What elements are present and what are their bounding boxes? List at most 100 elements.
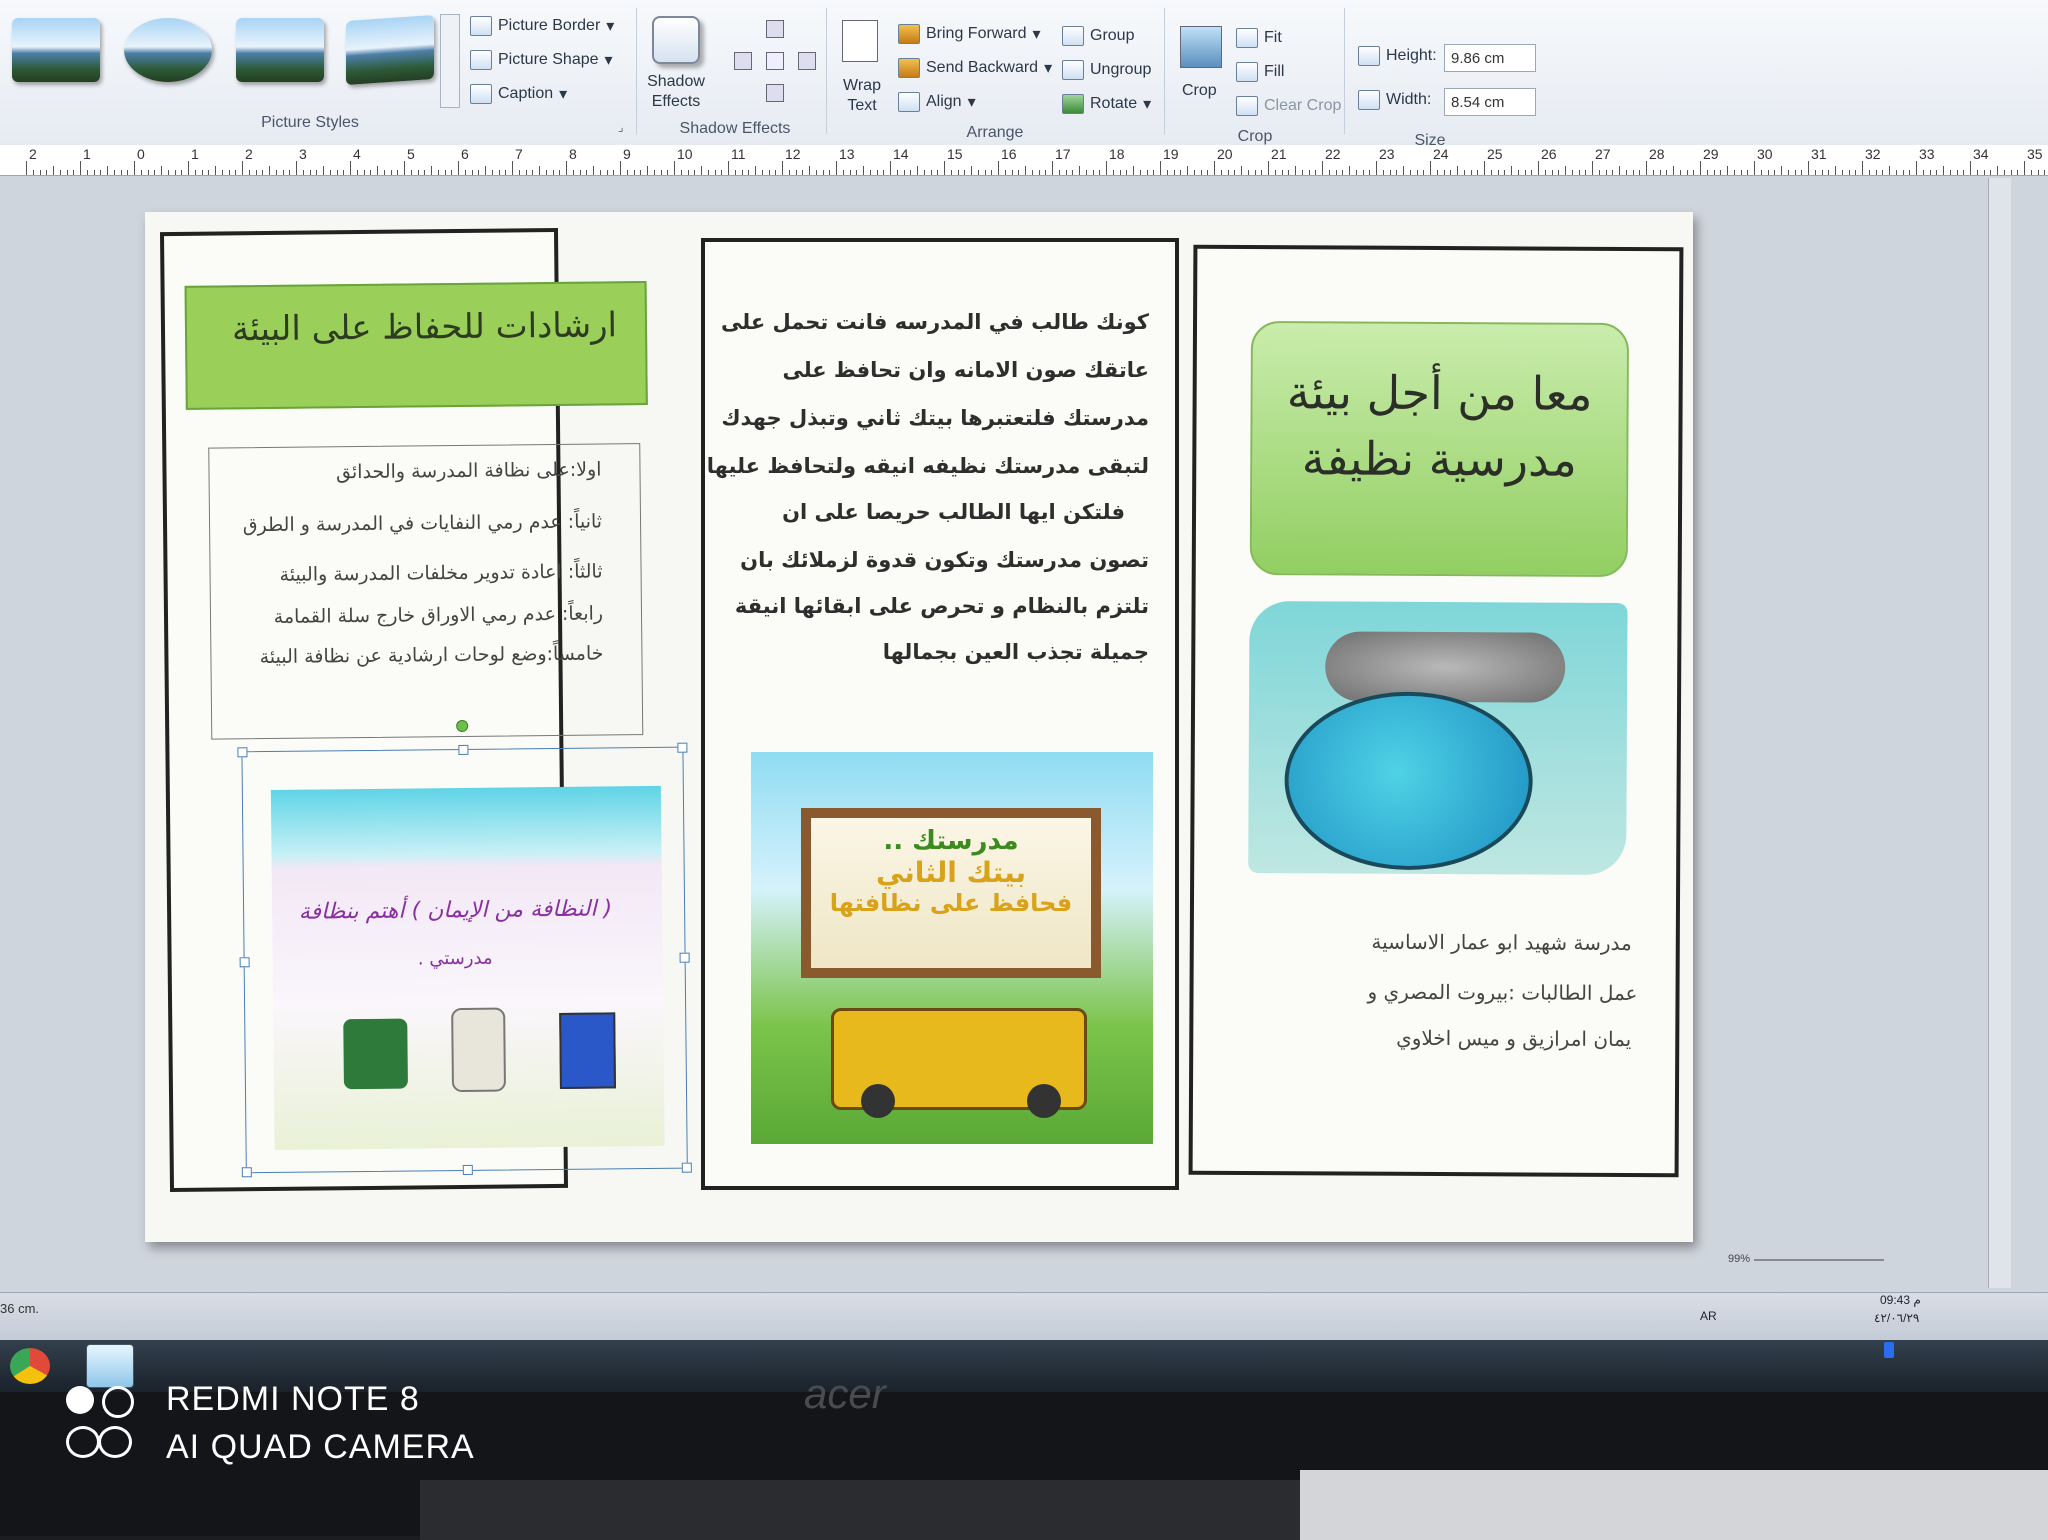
clear-crop-button[interactable]: Clear Crop — [1236, 96, 1341, 116]
ruler-minor-tick — [1895, 170, 1897, 175]
poster-image-selected[interactable]: ( النظافة من الإيمان ) أهتم بنظافة مدرست… — [237, 719, 692, 1178]
shadow-effects-icon[interactable] — [652, 16, 700, 64]
align-button[interactable]: Align ▾ — [898, 92, 976, 112]
bus-wheel-icon — [861, 1084, 895, 1118]
picture-border-button[interactable]: Picture Border ▾ — [470, 16, 614, 36]
right-title-banner: معا من أجل بيئة مدرسية نظيفة — [1249, 321, 1630, 578]
ruler-minor-tick — [1153, 170, 1155, 175]
ruler-number: 24 — [1433, 146, 1449, 162]
ruler-minor-tick — [282, 170, 284, 175]
ruler-minor-tick — [1922, 170, 1924, 175]
ruler-minor-tick — [2017, 170, 2019, 175]
publisher-icon[interactable] — [86, 1344, 134, 1388]
shadow-nudge-buttons[interactable] — [730, 20, 820, 110]
wrap-text-button[interactable]: Wrap Text — [838, 76, 886, 116]
crop-icon — [1180, 26, 1222, 68]
ruler-minor-tick — [1180, 170, 1182, 175]
zoom-slider[interactable] — [1754, 1259, 1884, 1261]
ruler-minor-tick — [1227, 170, 1229, 175]
gallery-scroll[interactable] — [440, 14, 460, 108]
ruler-minor-tick — [478, 170, 480, 175]
fit-button[interactable]: Fit — [1236, 28, 1282, 48]
ruler-tick — [1970, 161, 1971, 175]
ruler-minor-tick — [93, 170, 95, 175]
ruler-minor-tick — [471, 170, 473, 175]
zoom-level[interactable]: 99% — [1728, 1253, 1750, 1265]
status-bar: 36 cm. 99% AR 09:43 م ٤٢/٠٦/٢٩ — [0, 1253, 2048, 1340]
ruler-tick — [458, 161, 459, 175]
ruler-minor-tick — [1382, 170, 1384, 175]
ruler-minor-tick — [1841, 170, 1843, 175]
send-backward-button[interactable]: Send Backward ▾ — [898, 58, 1052, 78]
ruler-minor-tick — [1018, 170, 1020, 175]
ungroup-button[interactable]: Ungroup — [1062, 60, 1151, 80]
ruler-minor-tick — [221, 170, 223, 175]
crop-button[interactable]: Crop — [1182, 82, 1217, 100]
ruler-minor-tick — [971, 166, 972, 175]
sign-line-2: بيتك الثاني — [875, 856, 1027, 889]
vertical-scrollbar[interactable] — [1988, 178, 2011, 1288]
group-icon — [1062, 26, 1084, 46]
picture-style-thumbnail[interactable] — [236, 18, 324, 82]
ruler-minor-tick — [809, 166, 810, 175]
caption-button[interactable]: Caption ▾ — [470, 84, 567, 104]
ruler-minor-tick — [1241, 166, 1242, 175]
ruler-minor-tick — [539, 166, 540, 175]
rotate-button[interactable]: Rotate ▾ — [1062, 94, 1151, 114]
ruler-minor-tick — [687, 170, 689, 175]
shadow-effects-button[interactable]: Shadow Effects — [644, 72, 708, 112]
ruler-minor-tick — [1578, 170, 1580, 175]
clock-date[interactable]: ٤٢/٠٦/٢٩ — [1874, 1311, 1919, 1325]
ruler-minor-tick — [255, 170, 257, 175]
ruler-minor-tick — [1200, 170, 1202, 175]
width-label: Width: — [1358, 90, 1431, 110]
ruler-minor-tick — [215, 166, 216, 175]
picture-style-thumbnail[interactable] — [12, 18, 100, 82]
body-line: جميلة تجذب العين بجمالها — [882, 640, 1149, 664]
brochure-page: ارشادات للحفاظ على البيئة اولا:على نظافة… — [145, 212, 1693, 1242]
power-led — [1884, 1342, 1894, 1358]
ruler-tick — [1700, 161, 1701, 175]
ruler-minor-tick — [1497, 170, 1499, 175]
school-name: مدرسة شهيد ابو عمار الاساسية — [1371, 929, 1632, 956]
ruler-minor-tick — [707, 170, 709, 175]
group-button[interactable]: Group — [1062, 26, 1134, 46]
ruler-minor-tick — [228, 170, 230, 175]
ruler-minor-tick — [633, 170, 635, 175]
keyboard-language[interactable]: AR — [1700, 1309, 1717, 1323]
ruler-number: 22 — [1325, 146, 1341, 162]
picture-style-thumbnail[interactable] — [346, 14, 434, 86]
width-input[interactable]: 8.54 cm — [1444, 88, 1536, 116]
ruler-minor-tick — [903, 170, 905, 175]
sad-earth-image — [1248, 601, 1628, 875]
ruler-minor-tick — [437, 170, 439, 175]
align-icon — [898, 92, 920, 112]
rotate-handle-icon[interactable] — [456, 719, 469, 733]
picture-shape-button[interactable]: Picture Shape ▾ — [470, 50, 613, 70]
fill-button[interactable]: Fill — [1236, 62, 1284, 82]
ruler-minor-tick — [1477, 170, 1479, 175]
picture-style-thumbnail[interactable] — [124, 18, 212, 82]
monitor-brand-logo: acer — [804, 1370, 886, 1417]
height-input[interactable]: 9.86 cm — [1444, 44, 1536, 72]
ruler-minor-tick — [626, 170, 628, 175]
horizontal-ruler[interactable]: 2 1 0 1 2 3 4 5 6 7 8 9 10 11 12 13 14 15 16 17 18 19 20 21 22 23… — [0, 145, 2048, 176]
clock-time[interactable]: 09:43 م — [1880, 1293, 1921, 1307]
ruler-minor-tick — [329, 170, 331, 175]
bring-forward-button[interactable]: Bring Forward ▾ — [898, 24, 1041, 44]
ruler-number: 18 — [1109, 146, 1125, 162]
ruler-minor-tick — [181, 170, 183, 175]
group-label-arrange: Arrange — [966, 124, 1024, 141]
ruler-minor-tick — [991, 170, 993, 175]
ruler-minor-tick — [1146, 170, 1148, 175]
ruler-minor-tick — [1524, 170, 1526, 175]
ruler-minor-tick — [32, 170, 34, 175]
ruler-minor-tick — [140, 170, 142, 175]
chrome-icon[interactable] — [10, 1348, 50, 1384]
dialog-launcher-icon[interactable]: ⌟ — [618, 120, 624, 134]
ruler-minor-tick — [2044, 170, 2046, 175]
body-line: فلتكن ايها الطالب حريصا على ان — [782, 500, 1125, 524]
ruler-minor-tick — [1409, 170, 1411, 175]
ruler-minor-tick — [910, 170, 912, 175]
ruler-number: 1 — [83, 146, 91, 162]
